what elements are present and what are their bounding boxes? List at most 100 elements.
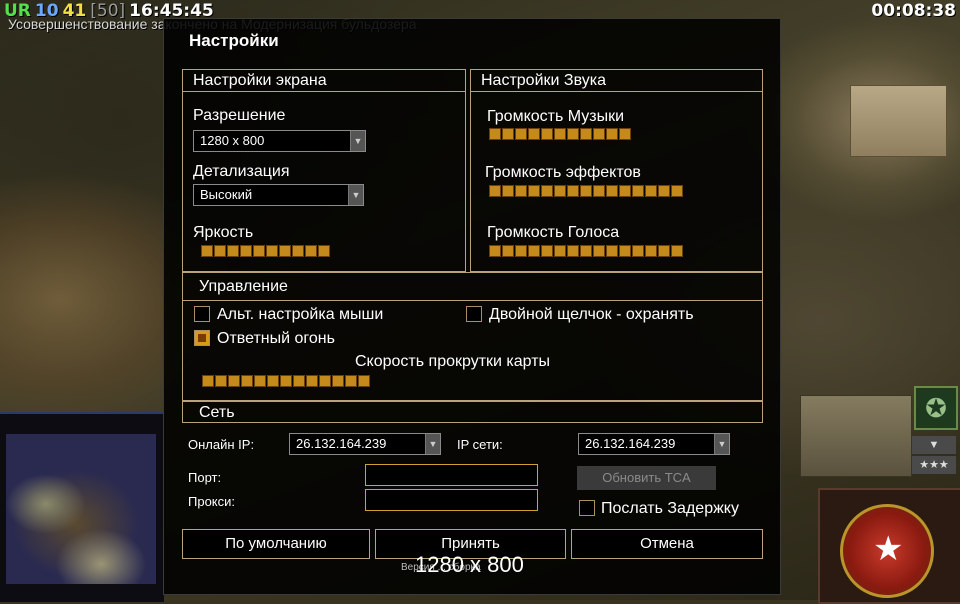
slider-tick — [606, 245, 618, 257]
slider-tick — [202, 375, 214, 387]
port-input[interactable] — [365, 464, 538, 486]
slider-tick — [228, 375, 240, 387]
slider-tick — [502, 245, 514, 257]
network-header: Сеть — [199, 404, 235, 421]
effects-volume-label: Громкость эффектов — [485, 164, 641, 181]
slider-tick — [293, 375, 305, 387]
music-volume-label: Громкость Музыки — [487, 108, 625, 125]
brightness-label: Яркость — [193, 224, 254, 241]
retaliation-checkbox[interactable] — [194, 330, 210, 346]
retaliation-label: Ответный огонь — [217, 330, 335, 347]
slider-tick — [528, 128, 540, 140]
slider-tick — [240, 245, 252, 257]
control-group: Управление Альт. настройка мыши Двойной … — [182, 272, 763, 401]
chevron-down-icon[interactable]: ▼ — [350, 131, 365, 151]
slider-tick — [593, 128, 605, 140]
double-click-label: Двойной щелчок - охранять — [489, 306, 694, 323]
slider-tick — [254, 375, 266, 387]
slider-tick — [201, 245, 213, 257]
slider-tick — [593, 245, 605, 257]
slider-tick — [567, 245, 579, 257]
brightness-slider[interactable] — [201, 245, 330, 257]
radar-icon[interactable]: ✪ — [914, 386, 958, 430]
detail-dropdown[interactable]: Высокий ▼ — [193, 184, 364, 206]
slider-tick — [267, 375, 279, 387]
slider-tick — [332, 375, 344, 387]
sound-settings-group: Настройки Звука Громкость Музыки Громкос… — [470, 69, 763, 272]
detail-value: Высокий — [200, 187, 253, 202]
slider-tick — [358, 375, 370, 387]
slider-tick — [567, 128, 579, 140]
slider-tick — [528, 185, 540, 197]
slider-tick — [515, 245, 527, 257]
slider-tick — [305, 245, 317, 257]
online-ip-dropdown[interactable]: 26.132.164.239 ▼ — [289, 433, 441, 455]
slider-tick — [266, 245, 278, 257]
slider-tick — [593, 185, 605, 197]
slider-tick — [632, 185, 644, 197]
slider-tick — [658, 245, 670, 257]
slider-tick — [515, 185, 527, 197]
online-ip-label: Онлайн IP: — [188, 437, 255, 452]
resolution-dropdown[interactable]: 1280 x 800 ▼ — [193, 130, 366, 152]
double-click-checkbox[interactable] — [466, 306, 482, 322]
slider-tick — [214, 245, 226, 257]
slider-tick — [318, 245, 330, 257]
control-header: Управление — [183, 273, 762, 301]
chevron-down-icon[interactable]: ▼ — [714, 434, 729, 454]
slider-tick — [645, 245, 657, 257]
slider-tick — [489, 245, 501, 257]
chevron-down-icon[interactable]: ▼ — [425, 434, 440, 454]
voice-volume-slider[interactable] — [489, 245, 683, 257]
chevron-down-icon[interactable]: ▼ — [912, 436, 956, 454]
slider-tick — [580, 245, 592, 257]
screen-settings-group: Настройки экрана Разрешение 1280 x 800 ▼… — [182, 69, 466, 272]
building-sprite — [850, 85, 947, 157]
resolution-value: 1280 x 800 — [200, 133, 265, 148]
cancel-button[interactable]: Отмена — [571, 529, 763, 559]
slider-tick — [580, 185, 592, 197]
command-side-buttons: ✪ ▼ ★★★ — [912, 384, 958, 484]
scroll-speed-slider[interactable] — [202, 375, 370, 387]
slider-tick — [580, 128, 592, 140]
slider-tick — [619, 245, 631, 257]
slider-tick — [306, 375, 318, 387]
slider-tick — [671, 245, 683, 257]
music-volume-slider[interactable] — [489, 128, 631, 140]
slider-tick — [279, 245, 291, 257]
alt-mouse-label: Альт. настройка мыши — [217, 306, 384, 323]
network-header-frame: Сеть — [182, 401, 763, 423]
update-tca-button[interactable]: Обновить TCA — [577, 466, 716, 490]
rank-stars-icon[interactable]: ★★★ — [912, 456, 956, 474]
slider-tick — [502, 128, 514, 140]
proxy-input[interactable] — [365, 489, 538, 511]
resolution-overlay: 1280 x 800 — [415, 552, 524, 577]
screen-settings-header: Настройки экрана — [183, 70, 465, 92]
slider-tick — [345, 375, 357, 387]
faction-emblem-icon: ★ — [840, 504, 934, 598]
lan-ip-dropdown[interactable]: 26.132.164.239 ▼ — [578, 433, 730, 455]
slider-tick — [515, 128, 527, 140]
slider-tick — [632, 245, 644, 257]
send-lag-checkbox[interactable] — [579, 500, 595, 516]
chevron-down-icon[interactable]: ▼ — [348, 185, 363, 205]
alt-mouse-checkbox[interactable] — [194, 306, 210, 322]
slider-tick — [227, 245, 239, 257]
effects-volume-slider[interactable] — [489, 185, 683, 197]
online-ip-value: 26.132.164.239 — [296, 436, 387, 451]
lan-ip-label: IP сети: — [457, 437, 503, 452]
slider-tick — [489, 128, 501, 140]
minimap-terrain — [6, 434, 156, 584]
slider-tick — [619, 128, 631, 140]
slider-tick — [671, 185, 683, 197]
building-sprite — [800, 395, 912, 477]
slider-tick — [606, 128, 618, 140]
slider-tick — [280, 375, 292, 387]
slider-tick — [554, 185, 566, 197]
default-button[interactable]: По умолчанию — [182, 529, 370, 559]
voice-volume-label: Громкость Голоса — [487, 224, 620, 241]
star-icon: ★ — [873, 530, 904, 568]
game-timer: 00:08:38 — [871, 1, 956, 21]
port-label: Порт: — [188, 470, 222, 485]
minimap[interactable] — [0, 412, 164, 602]
